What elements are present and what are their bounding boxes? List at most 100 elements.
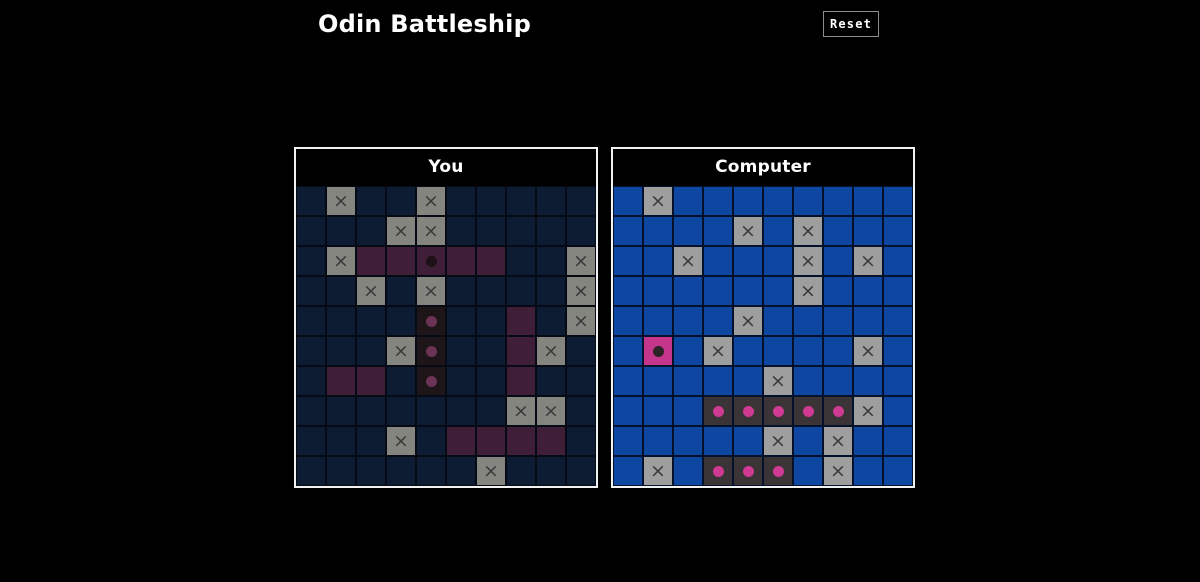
cell-computer-9-8[interactable] bbox=[853, 456, 883, 486]
cell-computer-2-4[interactable] bbox=[733, 246, 763, 276]
cell-you-6-5[interactable] bbox=[446, 366, 476, 396]
cell-computer-8-2[interactable] bbox=[673, 426, 703, 456]
cell-you-9-3[interactable] bbox=[386, 456, 416, 486]
cell-computer-2-6[interactable]: × bbox=[793, 246, 823, 276]
cell-computer-0-2[interactable] bbox=[673, 186, 703, 216]
cell-you-6-4[interactable] bbox=[416, 366, 446, 396]
cell-you-0-9[interactable] bbox=[566, 186, 596, 216]
cell-computer-4-0[interactable] bbox=[613, 306, 643, 336]
cell-computer-1-9[interactable] bbox=[883, 216, 913, 246]
cell-computer-6-7[interactable] bbox=[823, 366, 853, 396]
cell-you-3-7[interactable] bbox=[506, 276, 536, 306]
cell-computer-7-0[interactable] bbox=[613, 396, 643, 426]
cell-computer-7-2[interactable] bbox=[673, 396, 703, 426]
cell-computer-2-0[interactable] bbox=[613, 246, 643, 276]
cell-computer-1-4[interactable]: × bbox=[733, 216, 763, 246]
cell-you-3-3[interactable] bbox=[386, 276, 416, 306]
cell-you-3-1[interactable] bbox=[326, 276, 356, 306]
cell-you-0-3[interactable] bbox=[386, 186, 416, 216]
cell-you-8-8[interactable] bbox=[536, 426, 566, 456]
cell-computer-7-7[interactable] bbox=[823, 396, 853, 426]
cell-you-0-0[interactable] bbox=[296, 186, 326, 216]
cell-you-8-0[interactable] bbox=[296, 426, 326, 456]
cell-you-1-1[interactable] bbox=[326, 216, 356, 246]
cell-you-7-9[interactable] bbox=[566, 396, 596, 426]
cell-computer-9-0[interactable] bbox=[613, 456, 643, 486]
cell-you-5-8[interactable]: × bbox=[536, 336, 566, 366]
cell-you-5-3[interactable]: × bbox=[386, 336, 416, 366]
cell-computer-0-1[interactable]: × bbox=[643, 186, 673, 216]
cell-you-1-7[interactable] bbox=[506, 216, 536, 246]
cell-you-3-4[interactable]: × bbox=[416, 276, 446, 306]
cell-you-5-4[interactable] bbox=[416, 336, 446, 366]
cell-computer-4-7[interactable] bbox=[823, 306, 853, 336]
cell-you-2-3[interactable] bbox=[386, 246, 416, 276]
cell-computer-2-5[interactable] bbox=[763, 246, 793, 276]
cell-computer-8-9[interactable] bbox=[883, 426, 913, 456]
cell-you-5-6[interactable] bbox=[476, 336, 506, 366]
cell-computer-0-5[interactable] bbox=[763, 186, 793, 216]
cell-computer-5-6[interactable] bbox=[793, 336, 823, 366]
cell-computer-7-8[interactable]: × bbox=[853, 396, 883, 426]
cell-you-4-3[interactable] bbox=[386, 306, 416, 336]
cell-you-2-9[interactable]: × bbox=[566, 246, 596, 276]
cell-computer-2-8[interactable]: × bbox=[853, 246, 883, 276]
cell-you-8-5[interactable] bbox=[446, 426, 476, 456]
cell-you-7-5[interactable] bbox=[446, 396, 476, 426]
cell-you-6-3[interactable] bbox=[386, 366, 416, 396]
cell-computer-4-9[interactable] bbox=[883, 306, 913, 336]
cell-computer-5-7[interactable] bbox=[823, 336, 853, 366]
cell-you-8-1[interactable] bbox=[326, 426, 356, 456]
cell-computer-8-6[interactable] bbox=[793, 426, 823, 456]
cell-you-1-5[interactable] bbox=[446, 216, 476, 246]
cell-computer-8-1[interactable] bbox=[643, 426, 673, 456]
cell-computer-2-7[interactable] bbox=[823, 246, 853, 276]
cell-you-4-2[interactable] bbox=[356, 306, 386, 336]
cell-computer-2-3[interactable] bbox=[703, 246, 733, 276]
cell-you-0-1[interactable]: × bbox=[326, 186, 356, 216]
cell-you-2-0[interactable] bbox=[296, 246, 326, 276]
cell-computer-9-7[interactable]: × bbox=[823, 456, 853, 486]
cell-computer-6-0[interactable] bbox=[613, 366, 643, 396]
cell-you-7-4[interactable] bbox=[416, 396, 446, 426]
cell-you-1-2[interactable] bbox=[356, 216, 386, 246]
cell-computer-6-5[interactable]: × bbox=[763, 366, 793, 396]
cell-you-9-4[interactable] bbox=[416, 456, 446, 486]
cell-computer-5-8[interactable]: × bbox=[853, 336, 883, 366]
cell-you-3-0[interactable] bbox=[296, 276, 326, 306]
cell-you-2-6[interactable] bbox=[476, 246, 506, 276]
cell-computer-6-4[interactable] bbox=[733, 366, 763, 396]
cell-computer-7-9[interactable] bbox=[883, 396, 913, 426]
cell-computer-1-3[interactable] bbox=[703, 216, 733, 246]
cell-you-5-2[interactable] bbox=[356, 336, 386, 366]
cell-computer-7-5[interactable] bbox=[763, 396, 793, 426]
cell-computer-6-9[interactable] bbox=[883, 366, 913, 396]
cell-computer-0-0[interactable] bbox=[613, 186, 643, 216]
cell-computer-3-9[interactable] bbox=[883, 276, 913, 306]
cell-you-3-8[interactable] bbox=[536, 276, 566, 306]
cell-you-0-7[interactable] bbox=[506, 186, 536, 216]
cell-computer-4-4[interactable]: × bbox=[733, 306, 763, 336]
cell-you-9-5[interactable] bbox=[446, 456, 476, 486]
cell-you-4-9[interactable]: × bbox=[566, 306, 596, 336]
cell-computer-5-1[interactable] bbox=[643, 336, 673, 366]
cell-computer-3-0[interactable] bbox=[613, 276, 643, 306]
cell-you-2-4[interactable] bbox=[416, 246, 446, 276]
cell-you-8-4[interactable] bbox=[416, 426, 446, 456]
cell-computer-4-6[interactable] bbox=[793, 306, 823, 336]
cell-you-3-5[interactable] bbox=[446, 276, 476, 306]
cell-computer-2-9[interactable] bbox=[883, 246, 913, 276]
cell-you-5-9[interactable] bbox=[566, 336, 596, 366]
cell-you-7-2[interactable] bbox=[356, 396, 386, 426]
cell-computer-8-7[interactable]: × bbox=[823, 426, 853, 456]
cell-you-8-9[interactable] bbox=[566, 426, 596, 456]
cell-you-1-8[interactable] bbox=[536, 216, 566, 246]
cell-you-1-9[interactable] bbox=[566, 216, 596, 246]
cell-you-5-5[interactable] bbox=[446, 336, 476, 366]
cell-you-4-0[interactable] bbox=[296, 306, 326, 336]
cell-you-5-0[interactable] bbox=[296, 336, 326, 366]
cell-you-0-5[interactable] bbox=[446, 186, 476, 216]
cell-computer-2-2[interactable]: × bbox=[673, 246, 703, 276]
reset-button[interactable]: Reset bbox=[823, 11, 879, 37]
cell-computer-3-4[interactable] bbox=[733, 276, 763, 306]
